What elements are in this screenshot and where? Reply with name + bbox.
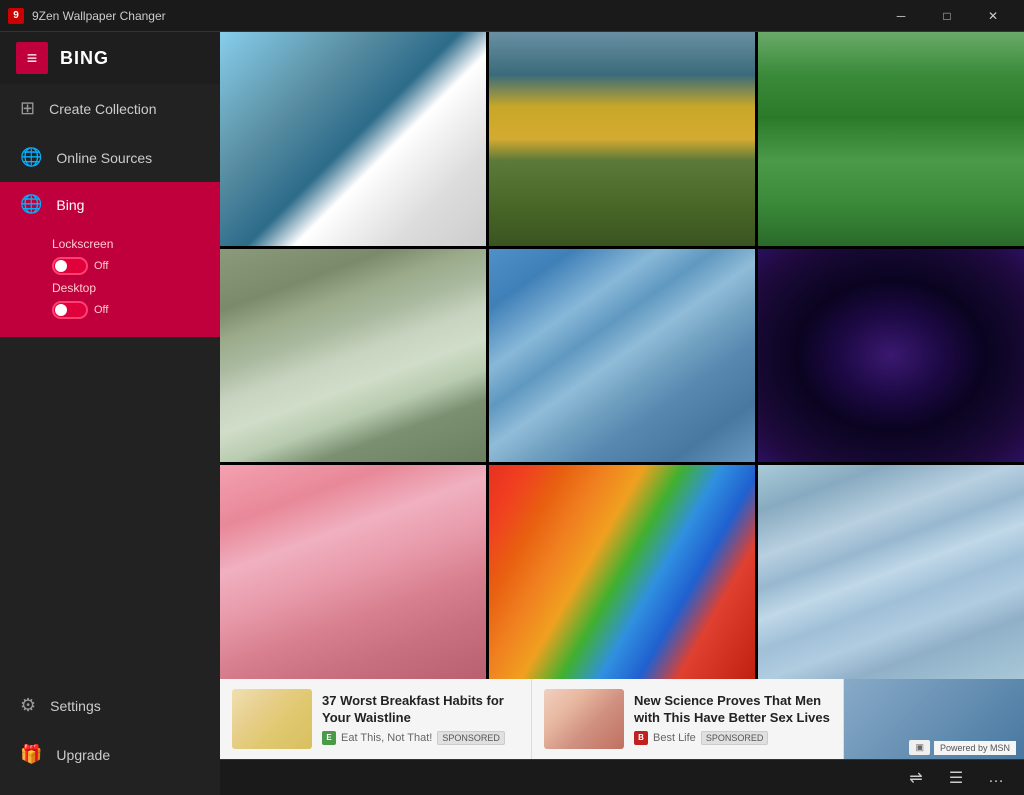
wallpaper-glacier-blue[interactable] [489, 249, 755, 463]
app-icon: 9 [8, 8, 24, 24]
msn-powered-by: Powered by MSN [934, 741, 1016, 755]
ad1-source-icon: E [322, 731, 336, 745]
wallpaper-ice[interactable] [758, 465, 1024, 679]
wallpaper-waterfall[interactable] [220, 249, 486, 463]
app-title: 9Zen Wallpaper Changer [32, 9, 166, 23]
msn-badge: ▣ Powered by MSN [901, 736, 1024, 759]
lockscreen-toggle[interactable] [52, 257, 88, 275]
settings-icon: ⚙ [20, 695, 36, 716]
collection-icon: ⊞ [20, 98, 35, 119]
desktop-control-row: Desktop [52, 281, 200, 295]
sidebar-bottom: ⚙ Settings 🎁 Upgrade [0, 681, 220, 795]
wallpaper-cherry[interactable] [220, 465, 486, 679]
close-button[interactable]: ✕ [970, 0, 1016, 32]
desktop-label: Desktop [52, 281, 96, 295]
ad-item-1[interactable]: 37 Worst Breakfast Habits for Your Waist… [220, 679, 532, 759]
desktop-toggle-container: Off [52, 301, 108, 319]
lockscreen-state: Off [94, 260, 108, 272]
desktop-state: Off [94, 304, 108, 316]
desktop-toggle[interactable] [52, 301, 88, 319]
titlebar: 9 9Zen Wallpaper Changer ─ □ ✕ [0, 0, 1024, 32]
wallpaper-forest[interactable] [758, 32, 1024, 246]
ad1-sponsored: SPONSORED [437, 731, 505, 745]
status-icon-1[interactable]: ⇌ [900, 764, 932, 792]
ad1-source-name: Eat This, Not That! [341, 732, 432, 744]
wallpaper-river[interactable] [489, 32, 755, 246]
sidebar: ≡ BING ⊞ Create Collection 🌐 Online Sour… [0, 32, 220, 795]
bing-globe-icon: 🌐 [20, 194, 42, 215]
status-bar: ⇌ ☰ … [220, 759, 1024, 795]
create-collection-label: Create Collection [49, 101, 156, 117]
wallpaper-feathers[interactable] [489, 465, 755, 679]
bing-item-header: 🌐 Bing [20, 194, 200, 215]
ad2-sponsored: SPONSORED [701, 731, 769, 745]
sidebar-nav: ⊞ Create Collection 🌐 Online Sources 🌐 B… [0, 84, 220, 795]
status-icon-2[interactable]: ☰ [940, 764, 972, 792]
status-icon-3[interactable]: … [980, 764, 1012, 792]
content-area: 37 Worst Breakfast Habits for Your Waist… [220, 32, 1024, 795]
lockscreen-toggle-row: Off [52, 257, 200, 275]
ad2-source-icon: B [634, 731, 648, 745]
main-layout: ≡ BING ⊞ Create Collection 🌐 Online Sour… [0, 32, 1024, 795]
sidebar-item-online-sources[interactable]: 🌐 Online Sources [0, 133, 220, 182]
maximize-button[interactable]: □ [924, 0, 970, 32]
titlebar-controls: ─ □ ✕ [878, 0, 1016, 32]
ad-item-3[interactable]: ▣ Powered by MSN [844, 679, 1024, 759]
sidebar-spacer [0, 337, 220, 681]
online-sources-label: Online Sources [56, 150, 152, 166]
ad2-source-name: Best Life [653, 732, 696, 744]
sidebar-header: ≡ BING [0, 32, 220, 84]
wallpaper-night-sky[interactable] [758, 249, 1024, 463]
titlebar-left: 9 9Zen Wallpaper Changer [8, 8, 166, 24]
ad-source-2: B Best Life SPONSORED [634, 731, 831, 745]
hamburger-icon[interactable]: ≡ [16, 42, 48, 74]
ad-title-2: New Science Proves That Men with This Ha… [634, 693, 831, 727]
wallpaper-grid [220, 32, 1024, 679]
ad-title-1: 37 Worst Breakfast Habits for Your Waist… [322, 693, 519, 727]
ad-content-1: 37 Worst Breakfast Habits for Your Waist… [322, 693, 519, 745]
globe-icon: 🌐 [20, 147, 42, 168]
sidebar-item-create-collection[interactable]: ⊞ Create Collection [0, 84, 220, 133]
minimize-button[interactable]: ─ [878, 0, 924, 32]
upgrade-icon: 🎁 [20, 744, 42, 765]
desktop-toggle-row: Off [52, 301, 200, 319]
settings-label: Settings [50, 698, 101, 714]
ad-thumb-1 [232, 689, 312, 749]
ad-item-2[interactable]: New Science Proves That Men with This Ha… [532, 679, 844, 759]
wallpaper-pelican[interactable] [220, 32, 486, 246]
lockscreen-label: Lockscreen [52, 237, 113, 251]
lockscreen-control-row: Lockscreen [52, 237, 200, 251]
ad-banner: 37 Worst Breakfast Habits for Your Waist… [220, 679, 1024, 759]
ad-thumb-2 [544, 689, 624, 749]
sidebar-brand: BING [60, 48, 109, 69]
ad-content-2: New Science Proves That Men with This Ha… [634, 693, 831, 745]
sidebar-item-bing[interactable]: 🌐 Bing Lockscreen Off Desktop [0, 182, 220, 337]
bing-label: Bing [56, 197, 84, 213]
sidebar-item-upgrade[interactable]: 🎁 Upgrade [0, 730, 220, 779]
lockscreen-toggle-container: Off [52, 257, 108, 275]
ad-source-1: E Eat This, Not That! SPONSORED [322, 731, 519, 745]
upgrade-label: Upgrade [56, 747, 110, 763]
bing-controls: Lockscreen Off Desktop Of [20, 237, 200, 325]
sidebar-item-settings[interactable]: ⚙ Settings [0, 681, 220, 730]
